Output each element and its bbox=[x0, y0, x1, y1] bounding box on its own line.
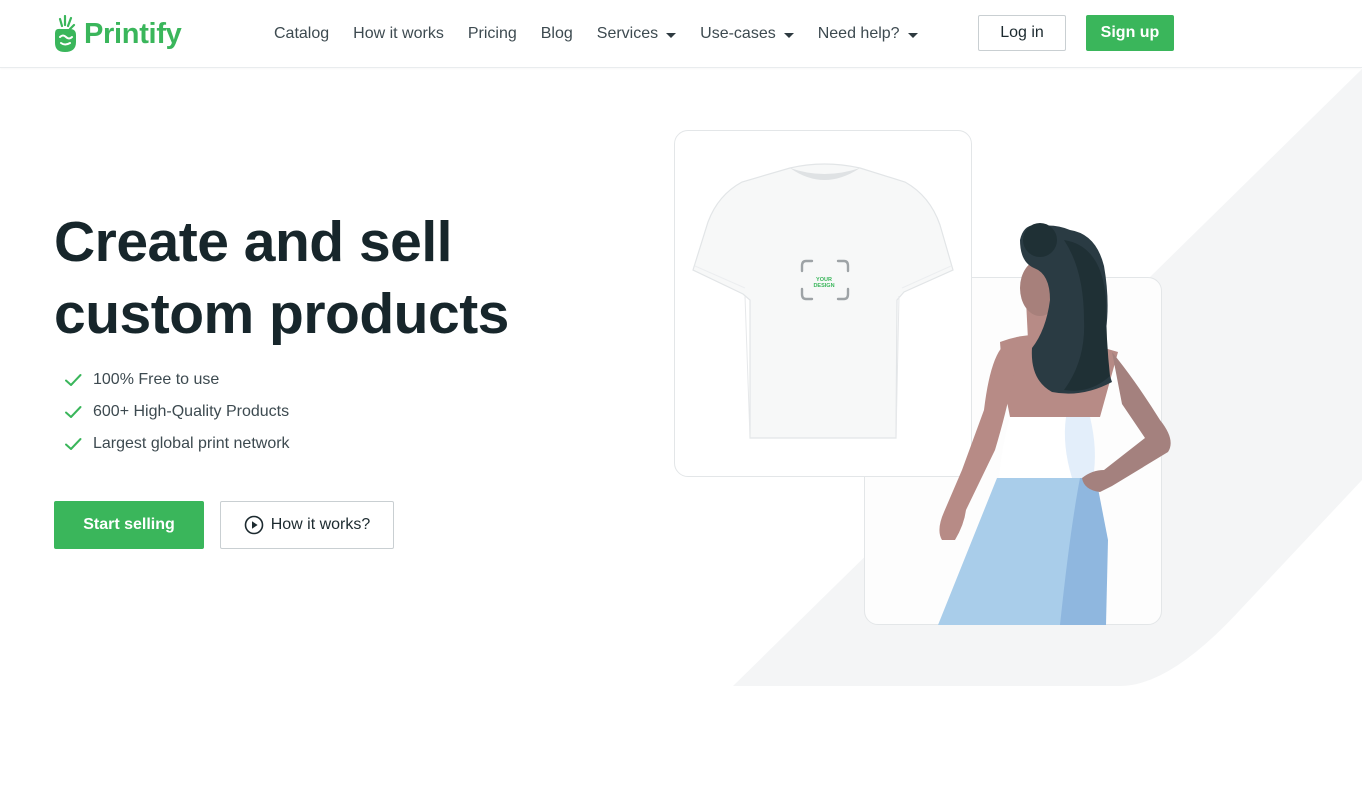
nav-item-use-cases[interactable]: Use-cases bbox=[700, 25, 794, 43]
check-icon bbox=[65, 406, 82, 418]
product-card bbox=[674, 130, 972, 477]
nav-item-services[interactable]: Services bbox=[596, 25, 677, 43]
nav-item-need-help[interactable]: Need help? bbox=[818, 25, 918, 43]
caret-down-icon bbox=[666, 32, 677, 38]
hero-title-line: custom products bbox=[54, 282, 509, 346]
nav-item-label: Pricing bbox=[467, 25, 517, 42]
main-nav: Catalog How it works Pricing Blog Servic… bbox=[274, 0, 942, 68]
hero-title: Create and sell custom products bbox=[54, 206, 574, 350]
feature-label: Largest global print network bbox=[93, 435, 290, 452]
play-circle-icon bbox=[244, 515, 264, 535]
how-it-works-button[interactable]: How it works? bbox=[220, 501, 394, 549]
nav-item-label: Catalog bbox=[274, 25, 330, 42]
feature-item: 600+ High-Quality Products bbox=[64, 396, 290, 428]
check-icon bbox=[65, 438, 82, 450]
feature-label: 100% Free to use bbox=[93, 371, 220, 388]
how-it-works-label: How it works? bbox=[270, 516, 371, 533]
nav-item-catalog[interactable]: Catalog bbox=[274, 25, 329, 43]
signup-button[interactable]: Sign up bbox=[1086, 15, 1174, 51]
brand-name: Printify bbox=[84, 17, 182, 50]
nav-item-how-it-works[interactable]: How it works bbox=[353, 25, 444, 43]
nav-item-label: Blog bbox=[540, 25, 573, 42]
nav-item-pricing[interactable]: Pricing bbox=[468, 25, 517, 43]
nav-item-label: How it works bbox=[353, 25, 444, 42]
feature-list: 100% Free to use 600+ High-Quality Produ… bbox=[64, 364, 290, 460]
check-icon bbox=[65, 374, 82, 386]
caret-down-icon bbox=[907, 32, 918, 38]
login-button[interactable]: Log in bbox=[978, 15, 1066, 51]
caret-down-icon bbox=[783, 32, 794, 38]
nav-item-blog[interactable]: Blog bbox=[541, 25, 573, 43]
printify-logo-icon bbox=[55, 15, 76, 52]
feature-item: 100% Free to use bbox=[64, 364, 290, 396]
nav-item-label: Services bbox=[596, 25, 659, 42]
feature-label: 600+ High-Quality Products bbox=[93, 403, 290, 420]
site-header: Printify Catalog How it works Pricing Bl… bbox=[0, 0, 1362, 68]
nav-item-label: Use-cases bbox=[700, 25, 776, 42]
start-selling-button[interactable]: Start selling bbox=[54, 501, 204, 549]
hero-title-line: Create and sell bbox=[54, 210, 453, 274]
feature-item: Largest global print network bbox=[64, 428, 290, 460]
nav-item-label: Need help? bbox=[817, 25, 900, 42]
logo-link[interactable]: Printify bbox=[52, 14, 182, 54]
